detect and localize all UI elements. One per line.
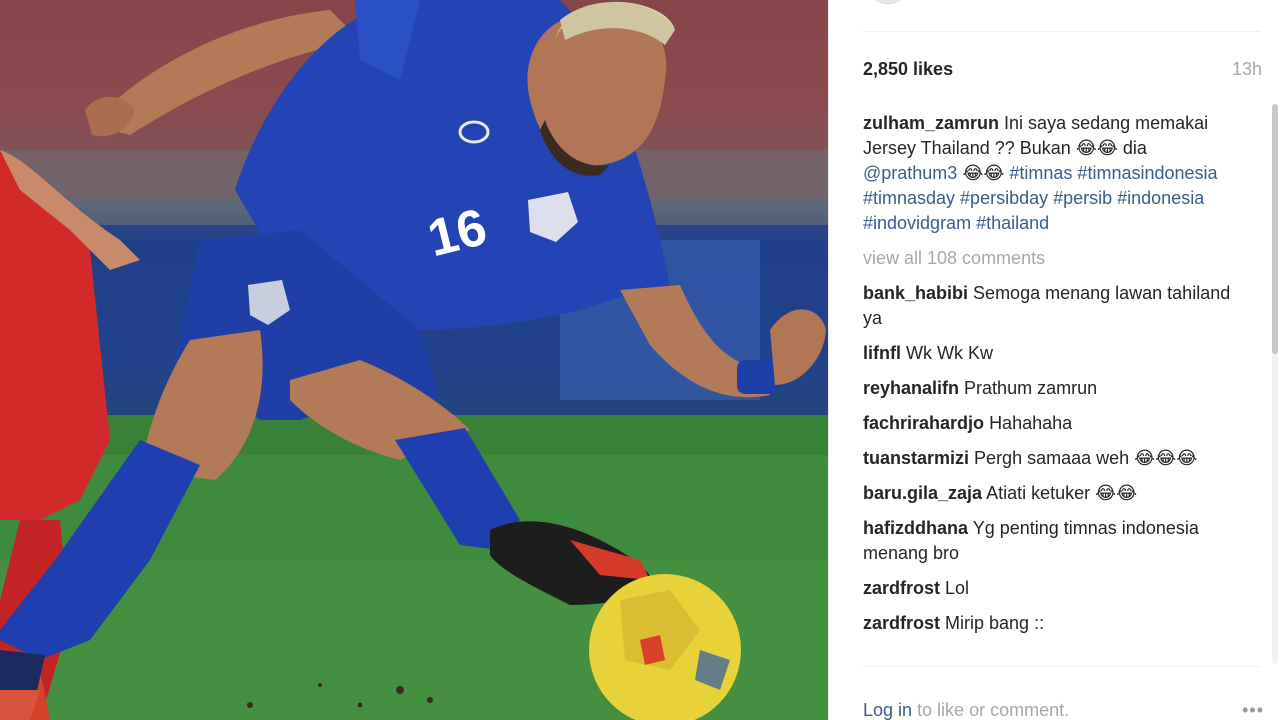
likes-count[interactable]: 2,850 likes <box>863 59 953 80</box>
comment-username[interactable]: zardfrost <box>863 578 940 598</box>
comment-item: fachrirahardjo Hahahaha <box>863 411 1243 436</box>
caption-username[interactable]: zulham_zamrun <box>863 113 999 133</box>
comment-text: Atiati ketuker 😂😂 <box>986 483 1138 503</box>
comment-text: Prathum zamrun <box>964 378 1098 398</box>
login-link[interactable]: Log in <box>863 700 912 720</box>
comment-username[interactable]: baru.gila_zaja <box>863 483 982 503</box>
comment-item: hafizddhana Yg penting timnas indonesia … <box>863 516 1243 566</box>
comment-item: lifnfl Wk Wk Kw <box>863 341 1243 366</box>
comment-item: baru.gila_zaja Atiati ketuker 😂😂 <box>863 481 1243 506</box>
comment-username[interactable]: hafizddhana <box>863 518 968 538</box>
comment-text: Wk Wk Kw <box>906 343 994 363</box>
comment-text: Hahahaha <box>989 413 1073 433</box>
comment-text: Pergh samaaa weh 😂😂😂 <box>974 448 1198 468</box>
comment-item: bank_habibi Semoga menang lawan tahiland… <box>863 281 1243 331</box>
comment-username[interactable]: zardfrost <box>863 613 940 633</box>
post-caption: zulham_zamrun Ini saya sedang memakai Je… <box>863 111 1243 236</box>
post-photo[interactable]: 16 <box>0 0 828 720</box>
divider <box>863 666 1260 667</box>
comment-item: zardfrost Lol <box>863 576 1243 601</box>
view-all-comments-link[interactable]: view all 108 comments <box>863 246 1243 271</box>
comment-item: zardfrost Mirip bang :: <box>863 611 1243 636</box>
comment-username[interactable]: reyhanalifn <box>863 378 959 398</box>
login-prompt: Log in to like or comment. <box>863 700 1069 720</box>
caption-mention[interactable]: @prathum3 <box>863 163 957 183</box>
comments-scrollbar-thumb[interactable] <box>1272 104 1278 354</box>
comment-text: Mirip bang :: <box>945 613 1045 633</box>
comment-username[interactable]: bank_habibi <box>863 283 968 303</box>
more-options-icon[interactable]: ••• <box>1242 700 1264 720</box>
post-details-panel: 2,850 likes 13h zulham_zamrun Ini saya s… <box>828 0 1280 720</box>
caption-text-emoji: 😂😂 <box>957 163 1010 183</box>
divider <box>863 31 1260 32</box>
comment-username[interactable]: lifnfl <box>863 343 901 363</box>
comment-username[interactable]: tuanstarmizi <box>863 448 969 468</box>
login-prompt-text: to like or comment. <box>912 700 1070 720</box>
comment-username[interactable]: fachrirahardjo <box>863 413 984 433</box>
football-player-image: 16 <box>0 0 828 720</box>
post-timestamp: 13h <box>1231 59 1262 79</box>
comment-text: Lol <box>945 578 970 598</box>
comment-item: reyhanalifn Prathum zamrun <box>863 376 1243 401</box>
comment-item: tuanstarmizi Pergh samaaa weh 😂😂😂 <box>863 446 1243 471</box>
avatar[interactable] <box>871 0 905 4</box>
comments-list: zulham_zamrun Ini saya sedang memakai Je… <box>863 111 1243 646</box>
